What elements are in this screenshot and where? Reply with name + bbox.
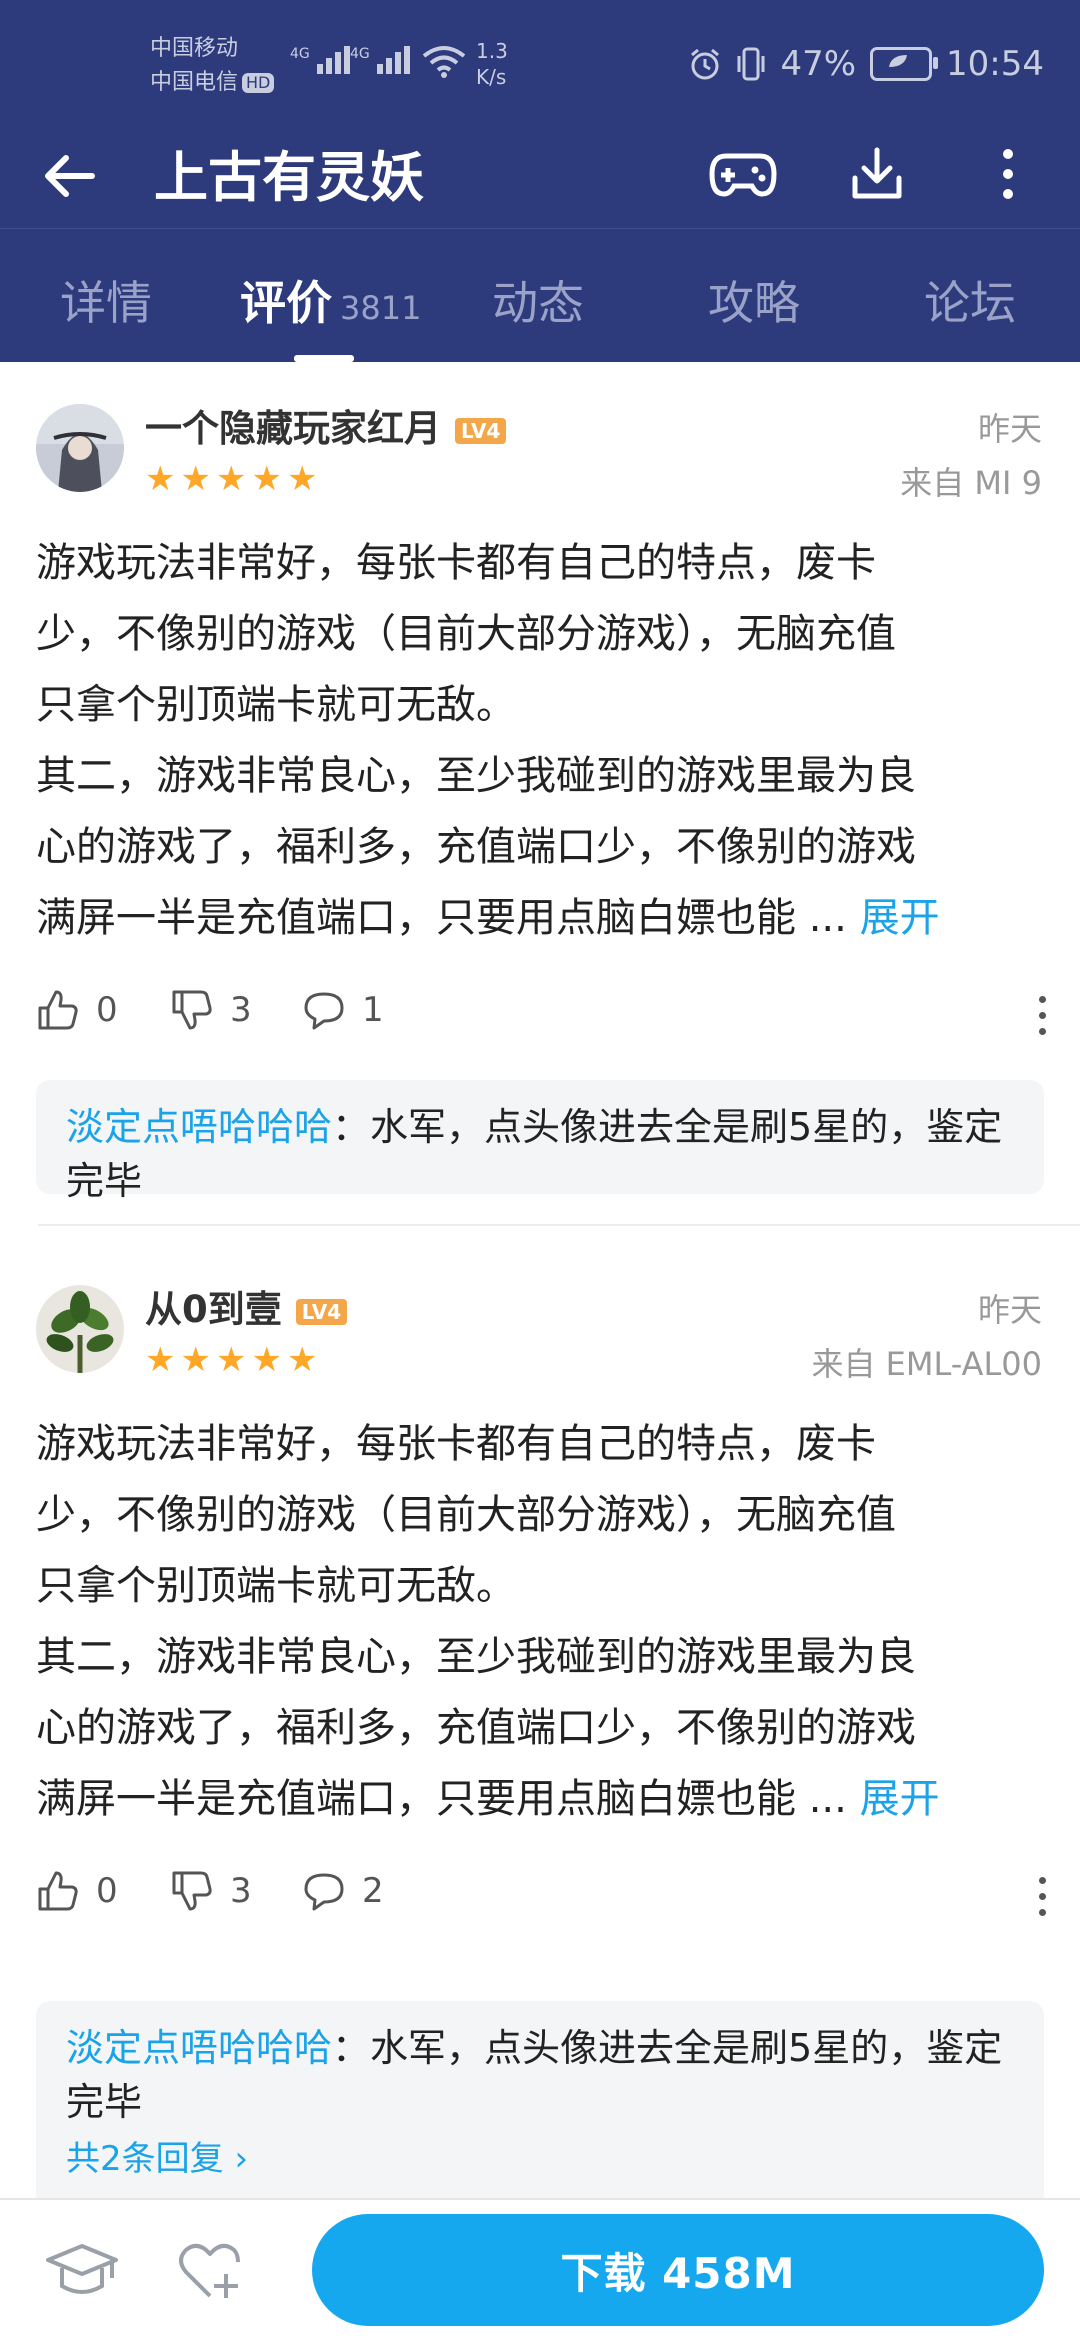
star-icon: ★ [251,1340,282,1380]
tab-reviews[interactable]: 评价 3811 [240,267,421,333]
tab-details[interactable]: 详情 [60,267,152,333]
like-button[interactable]: 0 [36,1869,118,1913]
network-speed: 1.3 K/s [476,39,508,89]
tab-indicator [294,355,354,362]
thumbs-down-icon [172,1871,212,1911]
status-right: 47% 10:54 [688,44,1044,84]
reply-text: 淡定点唔哈哈哈：水军，点头像进去全是刷5星的，鉴定完毕 [66,1105,1003,1203]
comment-count: 1 [362,990,384,1030]
add-favorite-heart-icon[interactable] [176,2238,246,2304]
view-replies-link[interactable]: 共2条回复 › [66,2131,248,2180]
bottom-bar: 下载 458M [0,2198,1080,2342]
like-count: 0 [96,990,118,1030]
signal-1-icon: 4G [290,46,350,74]
thumbs-up-icon [38,990,78,1030]
star-icon: ★ [145,459,176,499]
star-icon: ★ [215,1340,247,1380]
star-icon: ★ [286,1340,318,1380]
wifi-icon [422,46,466,78]
reply-preview[interactable]: 淡定点唔哈哈哈：水军，点头像进去全是刷5星的，鉴定完毕 [36,1080,1044,1203]
star-icon: ★ [251,459,282,499]
signal-2-icon: 4G [350,46,410,74]
tab-activity[interactable]: 动态 [492,267,584,333]
tab-forum[interactable]: 论坛 [924,267,1016,333]
expand-link[interactable]: 展开 [860,895,940,941]
review-device: 来自 MI 9 [900,464,1042,502]
back-arrow-icon[interactable] [42,148,98,204]
dislike-button[interactable]: 3 [170,988,252,1032]
avatar[interactable] [36,404,124,492]
star-icon: ★ [180,1340,211,1380]
review-content[interactable]: 游戏玩法非常好，每张卡都有自己的特点，废卡 少，不像别的游戏（目前大部分游戏），… [36,528,1046,954]
star-rating: ★ ★ ★ ★ ★ [145,462,317,496]
carrier-1: 中国移动 [150,36,239,61]
expand-link[interactable]: 展开 [860,1776,940,1822]
graduation-cap-icon[interactable] [44,2238,120,2304]
vibrate-icon [737,47,765,81]
comment-count: 2 [362,1871,384,1911]
download-button[interactable]: 下载 458M [312,2214,1044,2326]
comment-button[interactable]: 2 [302,1869,384,1913]
star-icon: ★ [180,459,211,499]
review-time: 昨天 [977,410,1042,448]
comment-icon [304,992,344,1030]
username[interactable]: 一个隐藏玩家红月 LV4 [145,398,507,452]
level-badge: LV4 [295,1298,348,1325]
more-options-icon[interactable] [1039,1877,1046,1916]
carrier-info: 中国移动 中国电信 HD [150,32,275,100]
dislike-count: 3 [230,1871,252,1911]
battery-icon [870,47,939,81]
dislike-count: 3 [230,990,252,1030]
thumbs-down-icon [172,990,212,1030]
thumbs-up-icon [38,1871,78,1911]
review-actions: 0 3 2 [36,1869,1046,1929]
username[interactable]: 从0到壹 LV4 [145,1279,348,1333]
hd-badge: HD [242,73,275,93]
tab-guides[interactable]: 攻略 [708,267,800,333]
title-bar: 上古有灵妖 [0,130,1080,226]
reply-author[interactable]: 淡定点唔哈哈哈 [66,1105,332,1149]
review-count: 3811 [340,289,422,327]
clock: 10:54 [946,44,1044,84]
app-header: 中国移动 中国电信 HD 4G 4G 1.3 K/s 47% 10:54 上古有… [0,0,1080,362]
status-bar: 中国移动 中国电信 HD 4G 4G 1.3 K/s 47% 10:54 [0,0,1080,130]
reply-preview[interactable]: 淡定点唔哈哈哈：水军，点头像进去全是刷5星的，鉴定完毕 共2条回复 › [36,2001,1044,2221]
avatar[interactable] [36,1285,124,1373]
divider [38,1224,1080,1226]
comment-icon [304,1873,344,1911]
alarm-icon [691,48,720,80]
tab-bar: 详情 评价 3811 动态 攻略 论坛 [0,228,1080,363]
gamepad-icon[interactable] [708,144,778,204]
reply-text: 淡定点唔哈哈哈：水军，点头像进去全是刷5星的，鉴定完毕 [66,2026,1003,2124]
review-content[interactable]: 游戏玩法非常好，每张卡都有自己的特点，废卡 少，不像别的游戏（目前大部分游戏），… [36,1409,1046,1835]
review-time: 昨天 [977,1291,1042,1329]
like-count: 0 [96,1871,118,1911]
comment-button[interactable]: 1 [302,988,384,1032]
more-options-icon[interactable] [1039,996,1046,1035]
battery-percent: 47% [780,44,857,84]
star-rating: ★ ★ ★ ★ ★ [145,1343,317,1377]
star-icon: ★ [145,1340,176,1380]
review-device: 来自 EML-AL00 [811,1345,1042,1383]
reply-author[interactable]: 淡定点唔哈哈哈 [66,2026,332,2070]
review-actions: 0 3 1 [36,988,1046,1048]
star-icon: ★ [286,459,318,499]
like-button[interactable]: 0 [36,988,118,1032]
download-icon[interactable] [850,144,904,204]
dislike-button[interactable]: 3 [170,1869,252,1913]
page-title: 上古有灵妖 [154,146,424,209]
star-icon: ★ [215,459,247,499]
more-vertical-icon[interactable] [998,144,1018,204]
carrier-2: 中国电信 [150,70,239,95]
level-badge: LV4 [455,417,507,444]
